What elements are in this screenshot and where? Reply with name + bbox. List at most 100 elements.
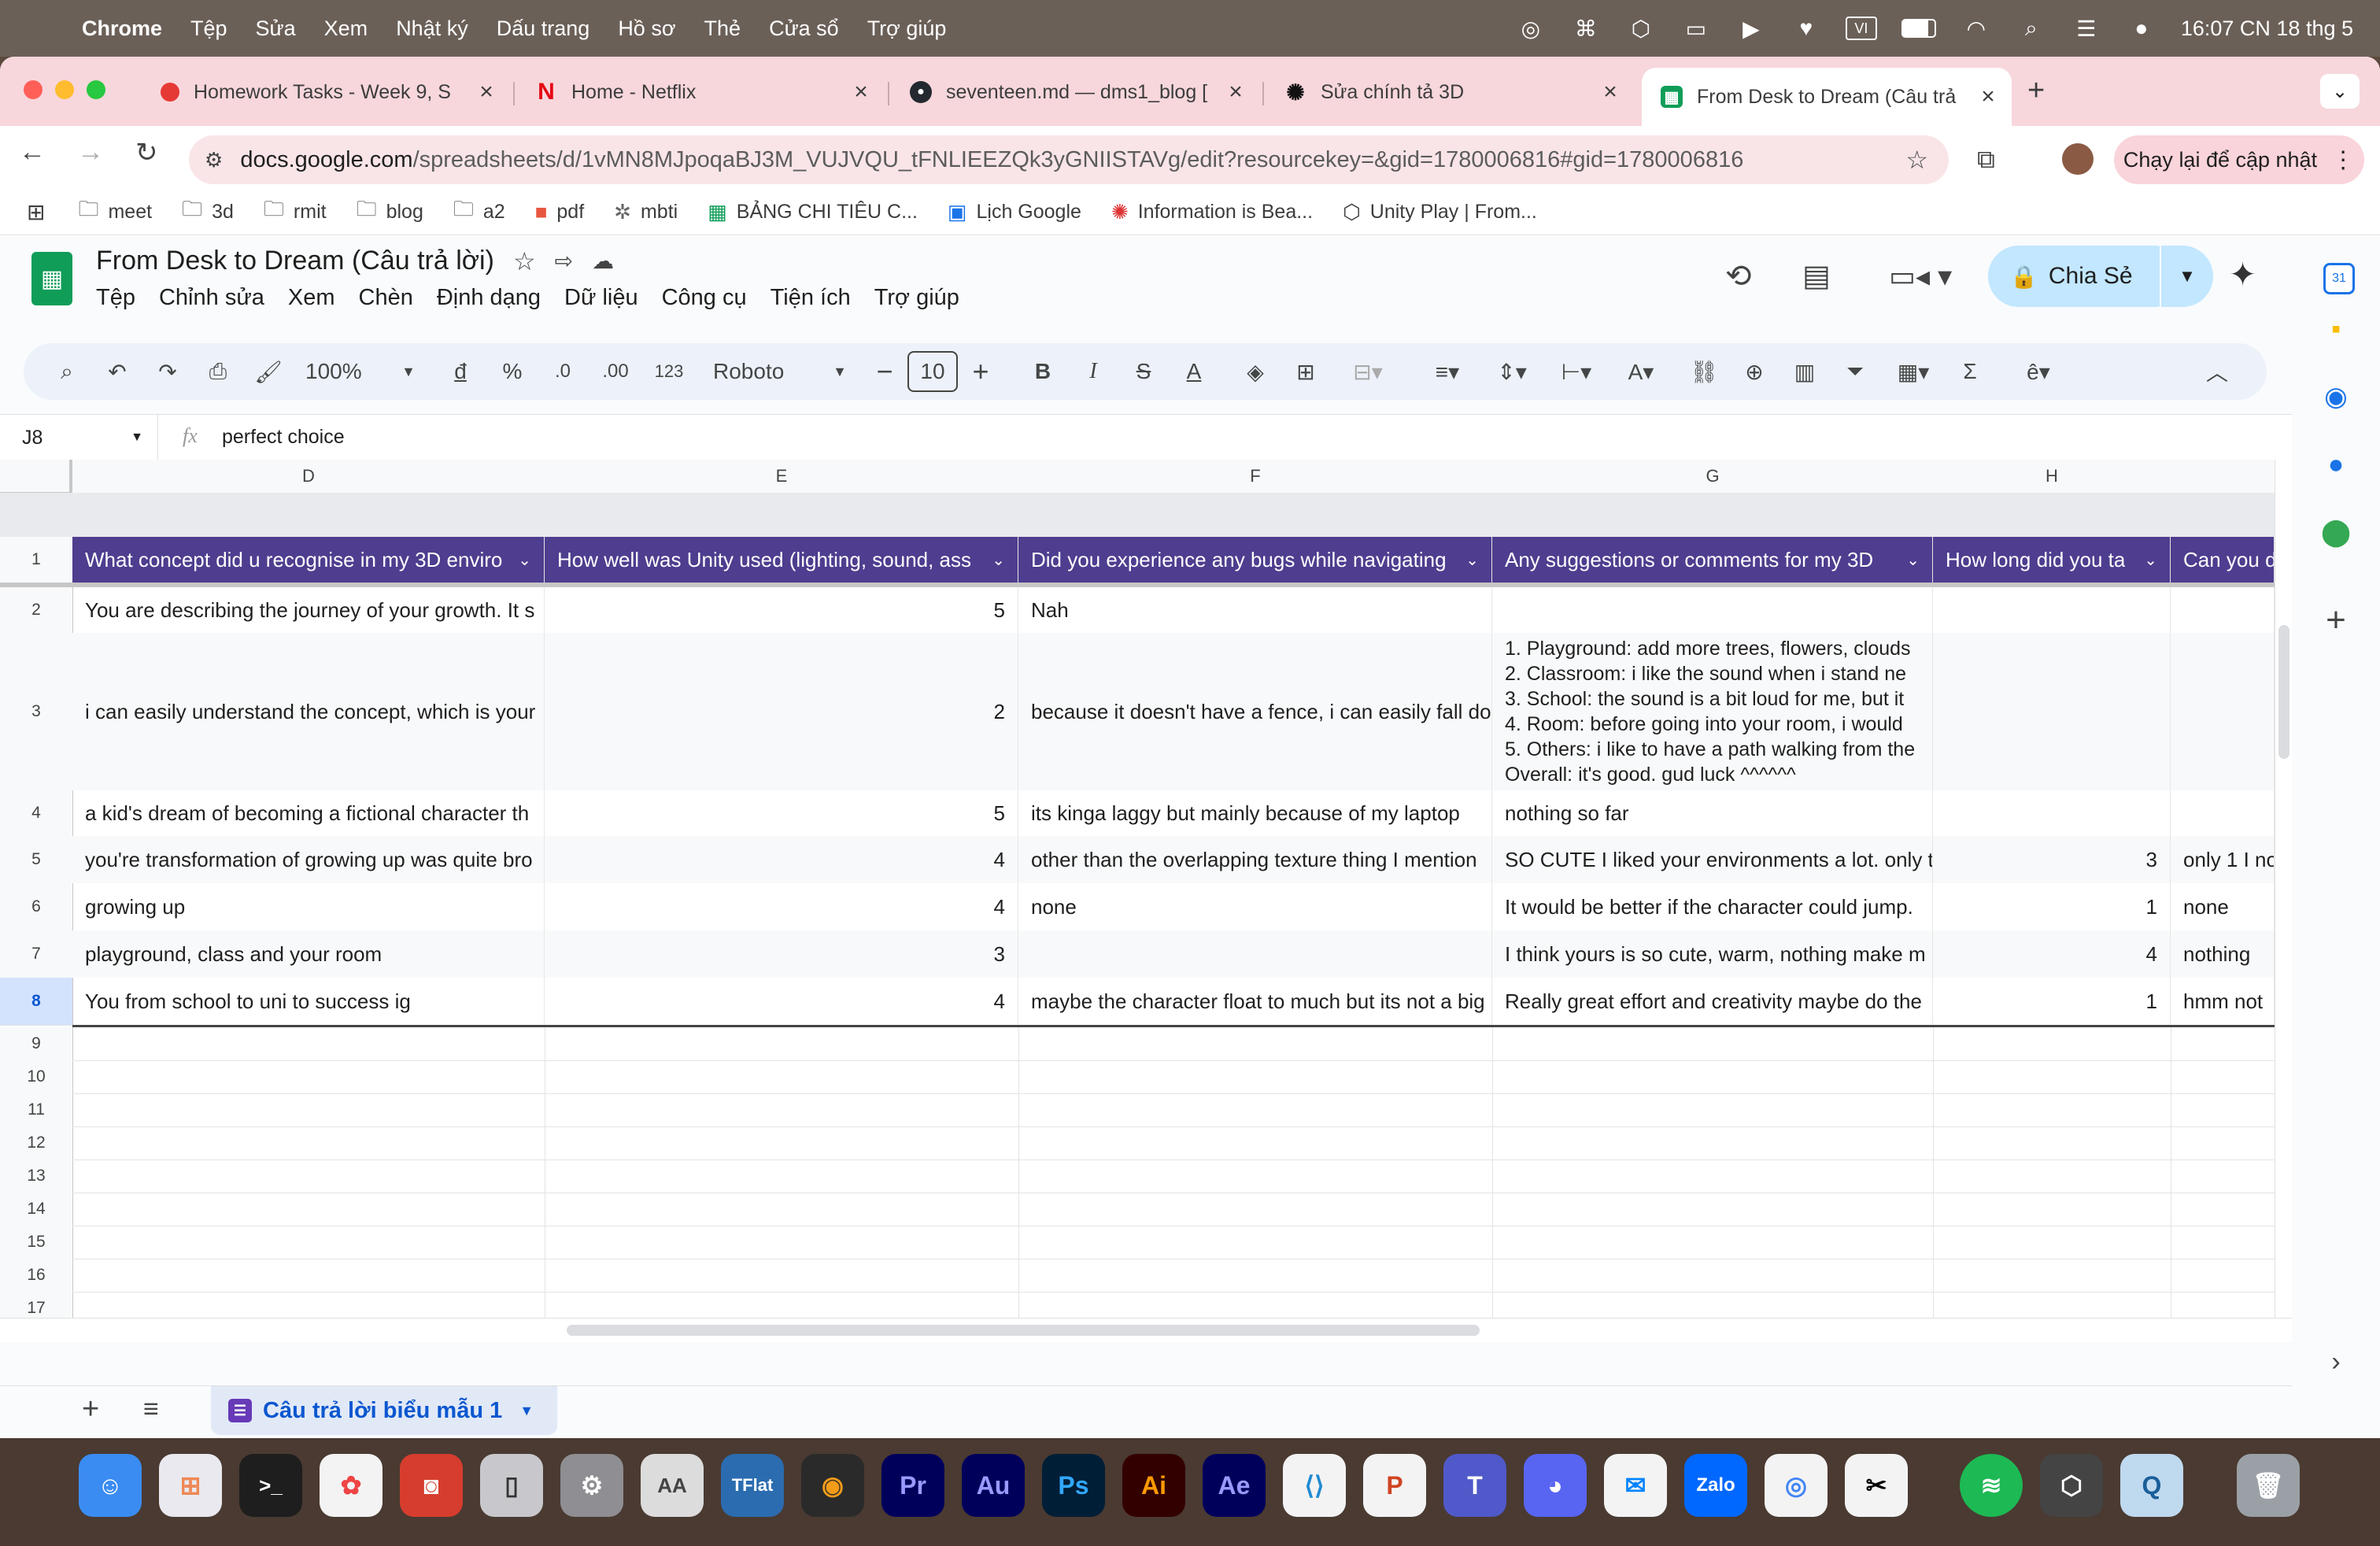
header-cell-h[interactable]: How long did you ta ⌄ bbox=[1933, 537, 2171, 583]
terminal-icon[interactable]: >_ bbox=[239, 1454, 302, 1517]
share-button[interactable]: 🔒 Chia Sẻ bbox=[1988, 246, 2185, 307]
chrome-icon[interactable]: ◎ bbox=[1765, 1454, 1828, 1517]
menu-extensions[interactable]: Tiện ích bbox=[771, 285, 851, 311]
row-header[interactable]: 1 bbox=[0, 537, 73, 583]
font-book-icon[interactable]: AA bbox=[641, 1454, 704, 1517]
move-folder-icon[interactable]: ⇨ bbox=[555, 248, 573, 274]
font-size-input[interactable]: 10 bbox=[907, 343, 959, 400]
zalo-icon[interactable]: Zalo bbox=[1684, 1454, 1747, 1517]
decrease-font-size-icon[interactable]: − bbox=[869, 343, 900, 400]
discord-icon[interactable]: ◕ bbox=[1524, 1454, 1587, 1517]
cell-i5[interactable]: only 1 I no bbox=[2171, 836, 2275, 883]
zoom-select[interactable]: 100% ▼ bbox=[305, 343, 416, 400]
cell-e3[interactable]: 2 bbox=[545, 633, 1018, 790]
close-window-button[interactable] bbox=[24, 80, 42, 99]
italic-icon[interactable]: I bbox=[1074, 343, 1113, 400]
cell-d8[interactable]: You from school to uni to success ig bbox=[72, 978, 545, 1025]
close-tab-icon[interactable]: × bbox=[1972, 83, 2004, 110]
cell-g2[interactable] bbox=[1492, 587, 1933, 633]
cell-i3[interactable] bbox=[2171, 633, 2275, 790]
show-side-panel-chevron-icon[interactable]: › bbox=[2314, 1340, 2358, 1384]
increase-decimal-button[interactable]: .00 bbox=[593, 343, 638, 400]
audition-icon[interactable]: Au bbox=[962, 1454, 1025, 1517]
menu-item[interactable]: Hồ sơ bbox=[618, 17, 675, 41]
menu-format[interactable]: Định dạng bbox=[437, 285, 541, 311]
vertical-scroll-thumb[interactable] bbox=[2278, 625, 2289, 759]
more-formats-button[interactable]: 123 bbox=[645, 343, 693, 400]
bookmark-3d[interactable]: 🗀 3d bbox=[182, 194, 234, 229]
menubar-clock[interactable]: 16:07 CN 18 thg 5 bbox=[2181, 17, 2353, 41]
percent-format-button[interactable]: % bbox=[493, 343, 532, 400]
filter-icon[interactable]: ⏷ bbox=[1835, 343, 1875, 400]
header-cell-e[interactable]: How well was Unity used (lighting, sound… bbox=[545, 537, 1018, 583]
row-header[interactable]: 11 bbox=[0, 1093, 73, 1127]
tab-github[interactable]: ● seventeen.md — dms1_blog [ × bbox=[891, 68, 1259, 117]
photoshop-icon[interactable]: Ps bbox=[1042, 1454, 1105, 1517]
filter-chevron-icon[interactable]: ⌄ bbox=[1906, 550, 1920, 570]
play-icon[interactable]: ▶ bbox=[1735, 16, 1767, 41]
after-effects-icon[interactable]: Ae bbox=[1203, 1454, 1266, 1517]
star-icon[interactable]: ☆ bbox=[513, 246, 536, 276]
photos-icon[interactable]: ✿ bbox=[320, 1454, 382, 1517]
row-header[interactable]: 3 bbox=[0, 633, 73, 791]
share-dropdown-chevron-icon[interactable]: ▼ bbox=[2160, 246, 2213, 307]
bookmark-mbti[interactable]: ✲ mbti bbox=[614, 200, 678, 224]
horizontal-align-icon[interactable]: ≡▾ bbox=[1420, 343, 1475, 400]
battery-icon[interactable] bbox=[1901, 16, 1937, 41]
keep-icon[interactable]: ▪ bbox=[2314, 307, 2358, 351]
menu-edit[interactable]: Chỉnh sửa bbox=[159, 285, 264, 311]
row-header[interactable]: 2 bbox=[0, 587, 73, 634]
menu-help[interactable]: Trợ giúp bbox=[874, 285, 959, 311]
reload-icon[interactable]: ↻ bbox=[135, 137, 158, 168]
print-icon[interactable]: ⎙ bbox=[198, 343, 238, 400]
cell-g7[interactable]: I think yours is so cute, warm, nothing … bbox=[1492, 930, 1933, 978]
cell-i7[interactable]: nothing bbox=[2171, 930, 2275, 978]
heart-icon[interactable]: ♥ bbox=[1791, 16, 1822, 41]
increase-font-size-icon[interactable]: + bbox=[965, 343, 996, 400]
finder-icon[interactable]: ☺ bbox=[79, 1454, 142, 1517]
menu-item[interactable]: Xem bbox=[324, 17, 368, 41]
teams-icon[interactable]: T bbox=[1443, 1454, 1506, 1517]
cell-e7[interactable]: 3 bbox=[545, 930, 1018, 978]
messenger-icon[interactable]: ✉ bbox=[1604, 1454, 1667, 1517]
cell-d4[interactable]: a kid's dream of becoming a fictional ch… bbox=[72, 790, 545, 836]
bookmark-meet[interactable]: 🗀 meet bbox=[78, 194, 152, 229]
column-header-h[interactable]: H bbox=[1933, 460, 2171, 494]
cell-e2[interactable]: 5 bbox=[545, 587, 1018, 633]
document-title[interactable]: From Desk to Dream (Câu trả lời) bbox=[96, 246, 494, 276]
row-header[interactable]: 12 bbox=[0, 1126, 73, 1160]
contacts-icon[interactable]: ● bbox=[2314, 442, 2358, 486]
bookmark-star-icon[interactable]: ☆ bbox=[1905, 145, 1928, 175]
cell-f6[interactable]: none bbox=[1018, 883, 1492, 930]
cell-e6[interactable]: 4 bbox=[545, 883, 1018, 930]
maps-icon[interactable]: ⬤ bbox=[2314, 510, 2358, 554]
vertical-align-icon[interactable]: ⇕▾ bbox=[1484, 343, 1539, 400]
cell-e4[interactable]: 5 bbox=[545, 790, 1018, 836]
header-cell-i[interactable]: Can you d bbox=[2171, 537, 2275, 583]
text-rotation-icon[interactable]: A▾ bbox=[1613, 343, 1669, 400]
zoom-window-button[interactable] bbox=[87, 80, 105, 99]
row-header[interactable]: 16 bbox=[0, 1259, 73, 1293]
bookmark-blog[interactable]: 🗀 blog bbox=[357, 194, 423, 229]
cloud-saved-icon[interactable]: ☁ bbox=[592, 248, 614, 274]
filter-chevron-icon[interactable]: ⌄ bbox=[992, 550, 1005, 570]
bookmark-a2[interactable]: 🗀 a2 bbox=[453, 194, 505, 229]
translate-icon[interactable]: ⌘ bbox=[1570, 16, 1602, 41]
cell-d3[interactable]: i can easily understand the concept, whi… bbox=[72, 633, 545, 790]
cell-g8[interactable]: Really great effort and creativity maybe… bbox=[1492, 978, 1933, 1025]
keyboard-input-icon[interactable]: VI bbox=[1845, 17, 1877, 40]
bookmark-budget-sheet[interactable]: ▦ BẢNG CHI TIÊU C... bbox=[708, 200, 918, 224]
cell-i4[interactable] bbox=[2171, 790, 2275, 836]
search-menus-icon[interactable]: ⌕ bbox=[47, 343, 87, 400]
add-sheet-icon[interactable]: + bbox=[82, 1393, 99, 1426]
cell-f4[interactable]: its kinga laggy but mainly because of my… bbox=[1018, 790, 1492, 836]
premiere-pro-icon[interactable]: Pr bbox=[881, 1454, 944, 1517]
cell-f3[interactable]: because it doesn't have a fence, i can e… bbox=[1018, 633, 1492, 790]
menu-item[interactable]: Trợ giúp bbox=[867, 17, 947, 41]
menu-data[interactable]: Dữ liệu bbox=[564, 285, 638, 311]
sheets-logo-icon[interactable]: ▦ bbox=[31, 252, 72, 305]
control-center-icon[interactable]: ☰ bbox=[2071, 16, 2102, 41]
meet-video-icon[interactable]: ▭◂ ▾ bbox=[1889, 260, 1952, 293]
cell-e5[interactable]: 4 bbox=[545, 836, 1018, 883]
cell-i6[interactable]: none bbox=[2171, 883, 2275, 930]
